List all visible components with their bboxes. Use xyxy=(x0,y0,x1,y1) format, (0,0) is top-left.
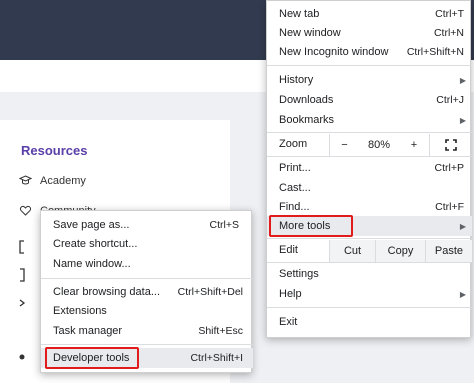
zoom-level: 80% xyxy=(367,139,391,151)
shortcut-text: Shift+Esc xyxy=(198,325,243,337)
menu-item-label: History xyxy=(279,74,314,86)
menu-item-label: Bookmarks xyxy=(279,114,335,126)
menu-item-label: Clear browsing data... xyxy=(53,286,160,298)
cut-button[interactable]: Cut xyxy=(329,240,375,262)
submenu-arrow-icon: ▶ xyxy=(459,115,466,125)
graduation-cap-icon xyxy=(19,174,32,187)
side-icon xyxy=(19,299,26,307)
submenu-item-save-page[interactable]: Save page as... Ctrl+S xyxy=(41,215,253,235)
submenu-arrow-icon: ▶ xyxy=(459,75,466,85)
shortcut-text: Ctrl+J xyxy=(436,94,464,106)
menu-item-label: Extensions xyxy=(53,305,107,317)
menu-separator xyxy=(267,262,472,263)
menu-separator xyxy=(267,132,472,133)
highlight-box xyxy=(269,215,353,237)
edit-row: Edit Cut Copy Paste xyxy=(267,240,472,262)
shortcut-text: Ctrl+Shift+Del xyxy=(177,286,243,298)
shortcut-text: Ctrl+T xyxy=(435,8,464,20)
highlight-box xyxy=(45,347,139,369)
submenu-item-extensions[interactable]: Extensions xyxy=(41,301,253,321)
shortcut-text: Ctrl+S xyxy=(209,219,239,231)
submenu-item-create-shortcut[interactable]: Create shortcut... xyxy=(41,234,253,254)
menu-item-label: Find... xyxy=(279,201,310,213)
menu-item-label: Name window... xyxy=(53,258,131,270)
menu-item-new-incognito-window[interactable]: New Incognito window Ctrl+Shift+N xyxy=(267,42,472,62)
fullscreen-icon xyxy=(445,139,457,151)
menu-item-label: Print... xyxy=(279,162,311,174)
menu-separator xyxy=(267,238,472,239)
menu-separator xyxy=(267,65,472,66)
menu-item-new-tab[interactable]: New tab Ctrl+T xyxy=(267,4,472,24)
menu-item-label: Exit xyxy=(279,316,298,328)
resources-title: Resources xyxy=(21,143,88,158)
menu-item-bookmarks[interactable]: Bookmarks ▶ xyxy=(267,110,472,130)
shortcut-text: Ctrl+N xyxy=(433,27,464,39)
resource-item-academy[interactable]: Academy xyxy=(19,174,86,187)
side-icon xyxy=(19,354,25,360)
chrome-main-menu: New tab Ctrl+T New window Ctrl+N New Inc… xyxy=(266,0,472,338)
submenu-arrow-icon: ▶ xyxy=(459,289,466,299)
menu-item-settings[interactable]: Settings xyxy=(267,264,472,284)
menu-item-downloads[interactable]: Downloads Ctrl+J xyxy=(267,90,472,110)
side-icon xyxy=(19,240,24,254)
heart-icon xyxy=(19,204,32,217)
menu-item-label: Save page as... xyxy=(53,219,130,231)
menu-item-label: Help xyxy=(279,288,302,300)
menu-item-label: Task manager xyxy=(53,325,123,337)
more-tools-submenu: Save page as... Ctrl+S Create shortcut..… xyxy=(40,210,253,373)
copy-button[interactable]: Copy xyxy=(375,240,425,262)
zoom-in-button[interactable]: + xyxy=(399,134,429,156)
submenu-item-name-window[interactable]: Name window... xyxy=(41,254,253,274)
menu-separator xyxy=(267,307,472,308)
shortcut-text: Ctrl+P xyxy=(434,162,464,174)
menu-item-label: New window xyxy=(279,27,341,39)
menu-item-label: New Incognito window xyxy=(279,46,389,58)
menu-item-label: Create shortcut... xyxy=(53,238,138,250)
menu-item-label: New tab xyxy=(279,8,320,20)
menu-item-new-window[interactable]: New window Ctrl+N xyxy=(267,23,472,43)
shortcut-text: Ctrl+Shift+I xyxy=(190,352,243,364)
paste-button[interactable]: Paste xyxy=(425,240,472,262)
shortcut-text: Ctrl+F xyxy=(435,201,464,213)
menu-separator xyxy=(267,156,472,157)
resource-item-label: Academy xyxy=(40,174,86,187)
zoom-row: Zoom − 80% + xyxy=(267,134,472,156)
zoom-out-button[interactable]: − xyxy=(329,134,359,156)
zoom-label: Zoom xyxy=(279,138,308,150)
menu-separator xyxy=(41,344,253,345)
menu-item-cast[interactable]: Cast... xyxy=(267,178,472,198)
side-icon xyxy=(20,268,25,282)
menu-item-find[interactable]: Find... Ctrl+F xyxy=(267,197,472,217)
menu-item-print[interactable]: Print... Ctrl+P xyxy=(267,158,472,178)
submenu-arrow-icon: ▶ xyxy=(459,221,466,231)
menu-item-help[interactable]: Help ▶ xyxy=(267,284,472,304)
menu-item-label: Cast... xyxy=(279,182,311,194)
menu-item-history[interactable]: History ▶ xyxy=(267,70,472,90)
shortcut-text: Ctrl+Shift+N xyxy=(406,46,464,58)
menu-item-label: Settings xyxy=(279,268,319,280)
fullscreen-button[interactable] xyxy=(429,134,472,156)
edit-label: Edit xyxy=(279,244,298,256)
menu-item-label: Downloads xyxy=(279,94,334,106)
submenu-item-clear-browsing-data[interactable]: Clear browsing data... Ctrl+Shift+Del xyxy=(41,282,253,302)
menu-item-exit[interactable]: Exit xyxy=(267,312,472,332)
submenu-item-task-manager[interactable]: Task manager Shift+Esc xyxy=(41,321,253,341)
menu-separator xyxy=(41,278,253,279)
